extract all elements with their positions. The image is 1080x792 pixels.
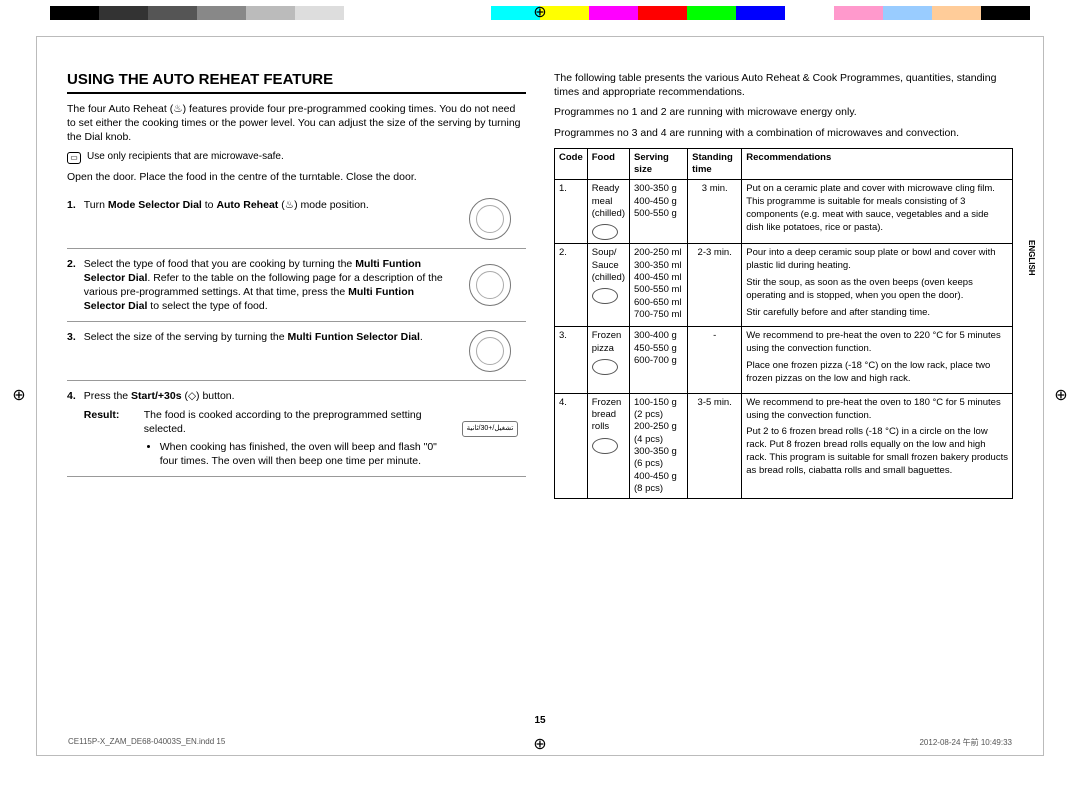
food-icon bbox=[592, 224, 618, 240]
step: 1.Turn Mode Selector Dial to Auto Reheat… bbox=[67, 190, 526, 249]
cell-serving: 100-150 g(2 pcs)200-250 g(4 pcs)300-350 … bbox=[630, 393, 688, 499]
page-number: 15 bbox=[0, 715, 1080, 726]
cell-recommendation: Put on a ceramic plate and cover with mi… bbox=[742, 180, 1013, 244]
table-header: Code bbox=[555, 148, 588, 180]
footer-filename: CE115P-X_ZAM_DE68-04003S_EN.indd 15 bbox=[68, 737, 225, 748]
step-figure bbox=[454, 198, 526, 240]
print-footer: CE115P-X_ZAM_DE68-04003S_EN.indd 15 2012… bbox=[68, 737, 1012, 748]
steps-list: 1.Turn Mode Selector Dial to Auto Reheat… bbox=[67, 190, 526, 478]
cell-recommendation: We recommend to pre-heat the oven to 220… bbox=[742, 327, 1013, 393]
table-header: Recommendations bbox=[742, 148, 1013, 180]
page-frame: USING THE AUTO REHEAT FEATURE The four A… bbox=[36, 36, 1044, 756]
registration-mark-icon: ⊕ bbox=[531, 4, 549, 22]
step-text: Press the Start/+30s (◇) button.Result:T… bbox=[84, 389, 446, 468]
step: 4.Press the Start/+30s (◇) button.Result… bbox=[67, 381, 526, 477]
cell-code: 2. bbox=[555, 244, 588, 327]
cell-recommendation: We recommend to pre-heat the oven to 180… bbox=[742, 393, 1013, 499]
open-door-text: Open the door. Place the food in the cen… bbox=[67, 170, 526, 184]
footer-timestamp: 2012-08-24 午前 10:49:33 bbox=[919, 737, 1012, 748]
registration-mark-icon: ⊕ bbox=[10, 387, 28, 405]
cell-code: 4. bbox=[555, 393, 588, 499]
left-column: USING THE AUTO REHEAT FEATURE The four A… bbox=[67, 71, 526, 737]
step-figure: تشغيل/+30/ثانية bbox=[454, 389, 526, 468]
step-text: Turn Mode Selector Dial to Auto Reheat (… bbox=[84, 198, 446, 240]
step-number: 3. bbox=[67, 330, 76, 372]
cell-food: Readymeal(chilled) bbox=[587, 180, 629, 244]
cell-code: 3. bbox=[555, 327, 588, 393]
container-icon: ▭ bbox=[67, 152, 81, 164]
step-figure bbox=[454, 257, 526, 314]
table-row: 1.Readymeal(chilled)300-350 g400-450 g50… bbox=[555, 180, 1013, 244]
table-intro: Programmes no 1 and 2 are running with m… bbox=[554, 105, 1013, 119]
cell-standing: 3 min. bbox=[688, 180, 742, 244]
step-text: Select the size of the serving by turnin… bbox=[84, 330, 446, 372]
step-number: 2. bbox=[67, 257, 76, 314]
table-header: Serving size bbox=[630, 148, 688, 180]
section-heading: USING THE AUTO REHEAT FEATURE bbox=[67, 71, 526, 94]
dial-icon bbox=[469, 264, 511, 306]
table-row: 4.Frozenbreadrolls100-150 g(2 pcs)200-25… bbox=[555, 393, 1013, 499]
table-header: Standing time bbox=[688, 148, 742, 180]
table-row: 2.Soup/Sauce(chilled)200-250 ml300-350 m… bbox=[555, 244, 1013, 327]
cell-food: Soup/Sauce(chilled) bbox=[587, 244, 629, 327]
cell-food: Frozenpizza bbox=[587, 327, 629, 393]
result-label: Result: bbox=[84, 408, 132, 469]
cell-recommendation: Pour into a deep ceramic soup plate or b… bbox=[742, 244, 1013, 327]
intro-text: The four Auto Reheat (♨) features provid… bbox=[67, 102, 526, 145]
cell-code: 1. bbox=[555, 180, 588, 244]
dial-icon bbox=[469, 198, 511, 240]
cell-serving: 200-250 ml300-350 ml400-450 ml500-550 ml… bbox=[630, 244, 688, 327]
result-block: Result:The food is cooked according to t… bbox=[84, 408, 446, 469]
registration-mark-icon: ⊕ bbox=[1052, 387, 1070, 405]
cell-serving: 300-350 g400-450 g500-550 g bbox=[630, 180, 688, 244]
table-header: Food bbox=[587, 148, 629, 180]
food-icon bbox=[592, 359, 618, 375]
step-figure bbox=[454, 330, 526, 372]
step: 2.Select the type of food that you are c… bbox=[67, 249, 526, 323]
cell-standing: - bbox=[688, 327, 742, 393]
step-number: 1. bbox=[67, 198, 76, 240]
food-icon bbox=[592, 288, 618, 304]
auto-reheat-table: CodeFoodServing sizeStanding timeRecomme… bbox=[554, 148, 1013, 500]
step-text: Select the type of food that you are coo… bbox=[84, 257, 446, 314]
start-button-figure: تشغيل/+30/ثانية bbox=[462, 421, 518, 437]
cell-food: Frozenbreadrolls bbox=[587, 393, 629, 499]
step-number: 4. bbox=[67, 389, 76, 468]
step: 3.Select the size of the serving by turn… bbox=[67, 322, 526, 381]
cell-serving: 300-400 g450-550 g600-700 g bbox=[630, 327, 688, 393]
result-text: The food is cooked according to the prep… bbox=[144, 408, 446, 469]
table-row: 3.Frozenpizza300-400 g450-550 g600-700 g… bbox=[555, 327, 1013, 393]
safe-note: Use only recipients that are microwave-s… bbox=[87, 151, 284, 162]
cell-standing: 2-3 min. bbox=[688, 244, 742, 327]
table-intro: The following table presents the various… bbox=[554, 71, 1013, 99]
dial-icon bbox=[469, 330, 511, 372]
table-intro: Programmes no 3 and 4 are running with a… bbox=[554, 126, 1013, 140]
cell-standing: 3-5 min. bbox=[688, 393, 742, 499]
right-column: The following table presents the various… bbox=[554, 71, 1013, 737]
result-bullet: When cooking has finished, the oven will… bbox=[160, 440, 446, 468]
food-icon bbox=[592, 438, 618, 454]
